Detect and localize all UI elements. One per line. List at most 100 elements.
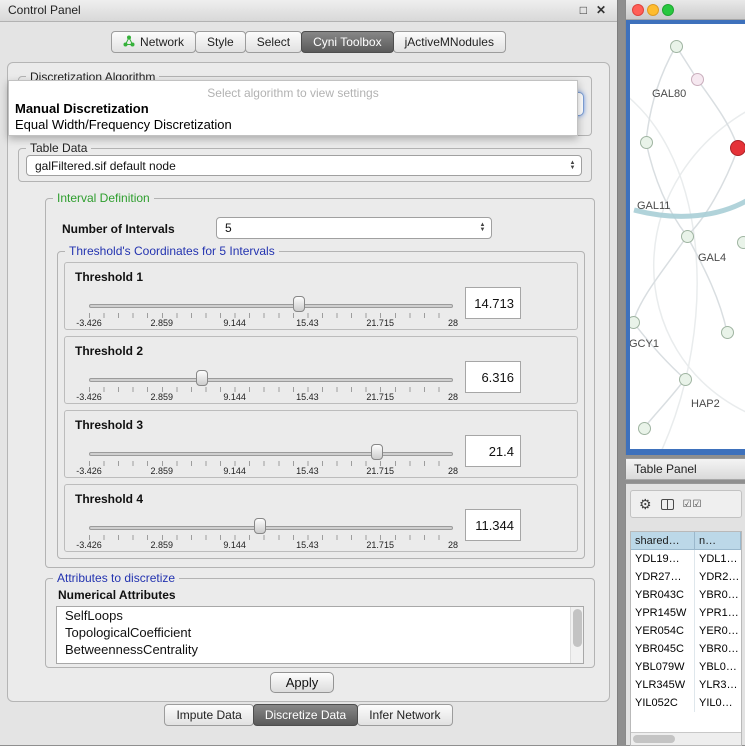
gear-icon[interactable]: ⚙ [639,497,652,511]
network-node[interactable] [737,236,745,249]
slider-track [89,452,453,456]
tick-label: 15.43 [296,466,319,476]
threshold-3-value[interactable]: 21.4 [465,435,521,467]
table-toolbar: ⚙ ☑☑ [630,490,742,518]
mac-minimize-button[interactable] [647,4,659,16]
table-row[interactable]: YBR043C YBR0… [631,586,741,604]
tab-network[interactable]: Network [111,31,196,53]
tick-label: -3.426 [76,540,102,550]
stepper-down-icon: ▼ [480,228,486,233]
network-canvas[interactable]: GAL80 GAL11 GAL4 GCY1 HAP2 [630,24,745,449]
list-item[interactable]: BetweennessCentrality [57,641,583,658]
popup-item-equal-width-frequency[interactable]: Equal Width/Frequency Discretization [15,117,232,132]
slider-thumb[interactable] [371,444,383,460]
tab-label: Select [257,35,290,49]
threshold-4-value[interactable]: 11.344 [465,509,521,541]
table-row[interactable]: YBR045C YBR0… [631,640,741,658]
combo-stepper-icon: ▲ ▼ [476,223,491,233]
tab-discretize-data[interactable]: Discretize Data [253,704,358,726]
tick-label: -3.426 [76,318,102,328]
node-label: GAL4 [698,252,726,264]
table-cell: YBR045C [631,640,695,658]
number-of-intervals-combobox[interactable]: 5 ▲ ▼ [216,217,492,239]
tick-label: 2.859 [151,540,174,550]
network-node[interactable] [679,373,692,386]
table-row[interactable]: YER054C YER0… [631,622,741,640]
tab-label: Impute Data [176,708,241,722]
list-item[interactable]: SelfLoops [57,607,583,624]
column-header[interactable]: shared… [631,532,695,550]
tick-label: 15.43 [296,318,319,328]
column-header[interactable]: n… [695,532,741,550]
network-window-titlebar[interactable] [626,0,745,20]
close-icon[interactable]: ✕ [596,0,606,22]
tab-style[interactable]: Style [195,31,246,53]
threshold-2-slider[interactable]: -3.426 2.859 9.144 15.43 21.715 28 [89,337,453,405]
tick-label: -3.426 [76,466,102,476]
node-attribute-table[interactable]: shared… n… YDL19… YDL1… YDR27… YDR2… YBR… [630,531,742,746]
slider-thumb[interactable] [293,296,305,312]
network-node[interactable] [691,73,704,86]
slider-tick-labels: -3.426 2.859 9.144 15.43 21.715 28 [89,540,453,551]
network-node[interactable] [638,422,651,435]
slider-thumb[interactable] [254,518,266,534]
tab-jactivemnodules[interactable]: jActiveMNodules [393,31,506,53]
network-node-selected[interactable] [730,140,745,156]
horizontal-scrollbar[interactable] [631,732,741,745]
tab-label: Network [140,35,184,49]
table-data-combobox[interactable]: galFiltered.sif default node ▲ ▼ [26,155,582,176]
columns-icon[interactable] [661,499,674,510]
network-node[interactable] [681,230,694,243]
threshold-1-slider[interactable]: -3.426 2.859 9.144 15.43 21.715 28 [89,263,453,331]
mac-zoom-button[interactable] [662,4,674,16]
tick-label: 28 [448,466,458,476]
apply-button[interactable]: Apply [270,672,334,693]
network-node[interactable] [640,136,653,149]
table-cell: YBR0… [695,640,741,658]
slider-track [89,526,453,530]
control-panel-titlebar[interactable]: Control Panel [0,0,617,22]
table-row[interactable]: YBL079W YBL0… [631,658,741,676]
mac-close-button[interactable] [632,4,644,16]
list-item[interactable]: TopologicalCoefficient [57,624,583,641]
table-panel-window: ⚙ ☑☑ shared… n… YDL19… YDL1… YDR27… YDR2… [625,483,745,745]
tab-impute-data[interactable]: Impute Data [164,704,253,726]
table-row[interactable]: YLR345W YLR3… [631,676,741,694]
tab-label: Style [207,35,234,49]
tab-infer-network[interactable]: Infer Network [357,704,452,726]
threshold-3-slider[interactable]: -3.426 2.859 9.144 15.43 21.715 28 [89,411,453,479]
threshold-4-slider[interactable]: -3.426 2.859 9.144 15.43 21.715 28 [89,485,453,553]
table-cell: YER054C [631,622,695,640]
table-cell: YDL1… [695,550,741,568]
network-icon [123,35,135,50]
table-cell: YBL0… [695,658,741,676]
scrollbar-thumb[interactable] [633,735,675,743]
tab-select[interactable]: Select [245,31,302,53]
select-checkboxes-icon[interactable]: ☑☑ [683,499,703,510]
table-data-group-label: Table Data [26,141,91,155]
control-panel-window: Control Panel □ ✕ Network Style Select C… [0,0,618,745]
float-window-icon[interactable]: □ [580,0,587,22]
bottom-tabbar: Impute Data Discretize Data Infer Networ… [0,704,618,726]
network-node[interactable] [721,326,734,339]
tick-label: 15.43 [296,540,319,550]
network-node[interactable] [670,40,683,53]
table-row[interactable]: YPR145W YPR1… [631,604,741,622]
numerical-attributes-list[interactable]: SelfLoops TopologicalCoefficient Between… [56,606,584,664]
table-row[interactable]: YDL19… YDL1… [631,550,741,568]
tab-label: Discretize Data [265,708,346,722]
scrollbar-thumb[interactable] [573,609,582,647]
slider-track [89,378,453,382]
list-scrollbar[interactable] [570,607,583,663]
tab-cyni-toolbox[interactable]: Cyni Toolbox [301,31,393,53]
slider-thumb[interactable] [196,370,208,386]
table-row[interactable]: YIL052C YIL0… [631,694,741,712]
slider-tick-labels: -3.426 2.859 9.144 15.43 21.715 28 [89,392,453,403]
threshold-1-value[interactable]: 14.713 [465,287,521,319]
popup-item-manual-discretization[interactable]: Manual Discretization [15,101,149,116]
table-panel-header[interactable]: Table Panel [625,458,745,480]
tick-label: 28 [448,540,458,550]
threshold-2-value[interactable]: 6.316 [465,361,521,393]
tick-label: 9.144 [223,466,246,476]
table-row[interactable]: YDR27… YDR2… [631,568,741,586]
